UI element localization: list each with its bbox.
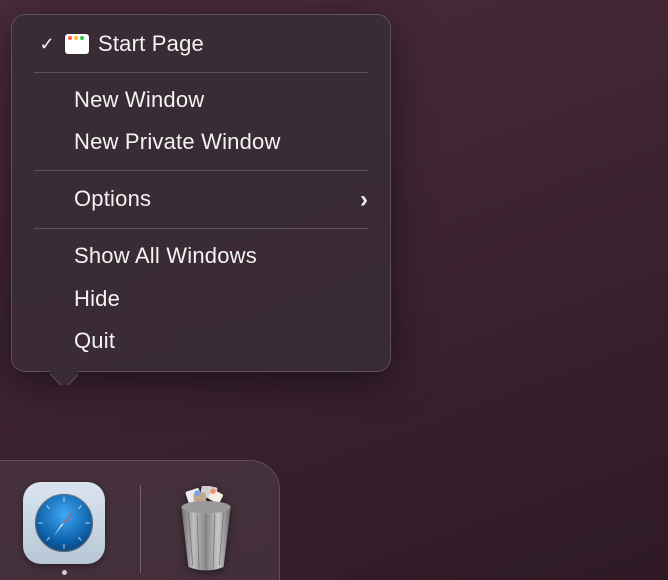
menu-label: Show All Windows [68,242,370,271]
page-icon [62,34,92,54]
menu-label: Hide [68,285,370,314]
dock-item-trash[interactable] [161,484,251,574]
dock-item-safari[interactable] [16,482,112,575]
running-indicator [62,570,67,575]
menu-label: Start Page [92,30,370,59]
menu-label: New Window [68,86,370,115]
safari-icon [23,482,105,564]
chevron-right-icon: › [360,184,370,215]
menu-separator [34,72,368,73]
menu-item-quit[interactable]: Quit [12,320,390,363]
menu-item-hide[interactable]: Hide [12,278,390,321]
menu-separator [34,228,368,229]
dock [0,460,280,580]
menu-item-new-private-window[interactable]: New Private Window [12,121,390,164]
checkmark-icon: ✓ [32,33,62,56]
dock-context-menu: ✓ Start Page New Window New Private Wind… [11,14,391,372]
dock-separator [140,485,141,573]
menu-item-new-window[interactable]: New Window [12,79,390,122]
menu-label: New Private Window [68,128,370,157]
menu-pointer-arrow [50,371,78,385]
menu-item-start-page[interactable]: ✓ Start Page [12,23,390,66]
menu-label: Options [68,185,360,214]
menu-separator [34,170,368,171]
menu-label: Quit [68,327,370,356]
menu-item-show-all-windows[interactable]: Show All Windows [12,235,390,278]
menu-item-options[interactable]: Options › [12,177,390,222]
trash-icon [166,484,246,574]
